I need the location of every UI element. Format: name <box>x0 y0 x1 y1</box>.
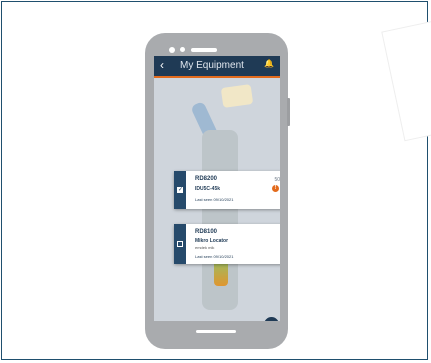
equipment-model: RD8200 <box>195 176 218 182</box>
equipment-card-rd8200[interactable]: ✓ RD8200 50 IDU5C-45k ! Last seen 09/10/… <box>174 171 280 209</box>
equipment-name: IDU5C-45k <box>195 186 221 192</box>
card-select-tab[interactable]: ✓ <box>174 171 186 209</box>
bell-icon[interactable]: 🔔 <box>264 59 274 68</box>
card-select-tab[interactable] <box>174 224 186 264</box>
checkbox-unchecked[interactable] <box>177 241 183 247</box>
warning-icon[interactable]: ! <box>272 185 279 192</box>
add-equipment-button[interactable]: + <box>264 317 279 321</box>
plus-icon: + <box>268 317 275 321</box>
equipment-card-rd8100[interactable]: RD8100 Mikro Locator emdek mik Last seen… <box>174 224 280 264</box>
equipment-model: RD8100 <box>195 229 218 235</box>
back-icon[interactable]: ‹ <box>160 58 164 72</box>
last-seen-text: Last seen 09/10/2021 <box>195 254 234 259</box>
last-seen-text: Last seen 09/10/2021 <box>195 197 234 202</box>
phone-screen: ‹ My Equipment 🔔 ✓ RD8200 50 IDU5C-45k !… <box>154 56 280 321</box>
status-indicator: 50 <box>274 177 280 183</box>
app-bar: ‹ My Equipment 🔔 <box>154 56 280 78</box>
checkbox-checked[interactable]: ✓ <box>177 187 183 193</box>
equipment-subtitle: emdek mik <box>195 245 215 250</box>
page-title: My Equipment <box>180 60 244 71</box>
front-camera <box>169 47 175 53</box>
phone-mockup: ‹ My Equipment 🔔 ✓ RD8200 50 IDU5C-45k !… <box>145 33 288 349</box>
equipment-name: Mikro Locator <box>195 238 229 244</box>
sensor <box>180 47 185 52</box>
home-indicator <box>196 330 236 333</box>
side-button <box>287 98 290 126</box>
locator-display <box>220 84 254 108</box>
earpiece-speaker <box>191 48 217 52</box>
